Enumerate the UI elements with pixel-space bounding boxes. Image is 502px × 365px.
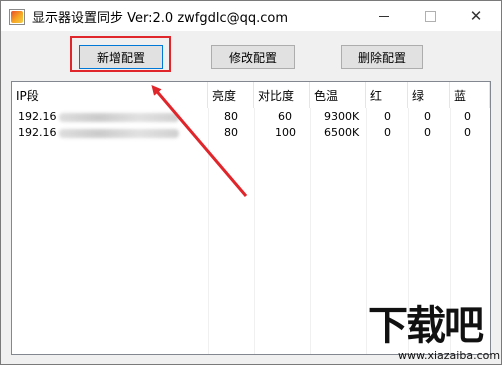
watermark-logo-text: 下载吧 [368,303,484,349]
watermark-url: www.xiazaiba.com [398,349,501,362]
watermark-logo: 下载吧 www.xiazaiba.com [362,303,502,363]
